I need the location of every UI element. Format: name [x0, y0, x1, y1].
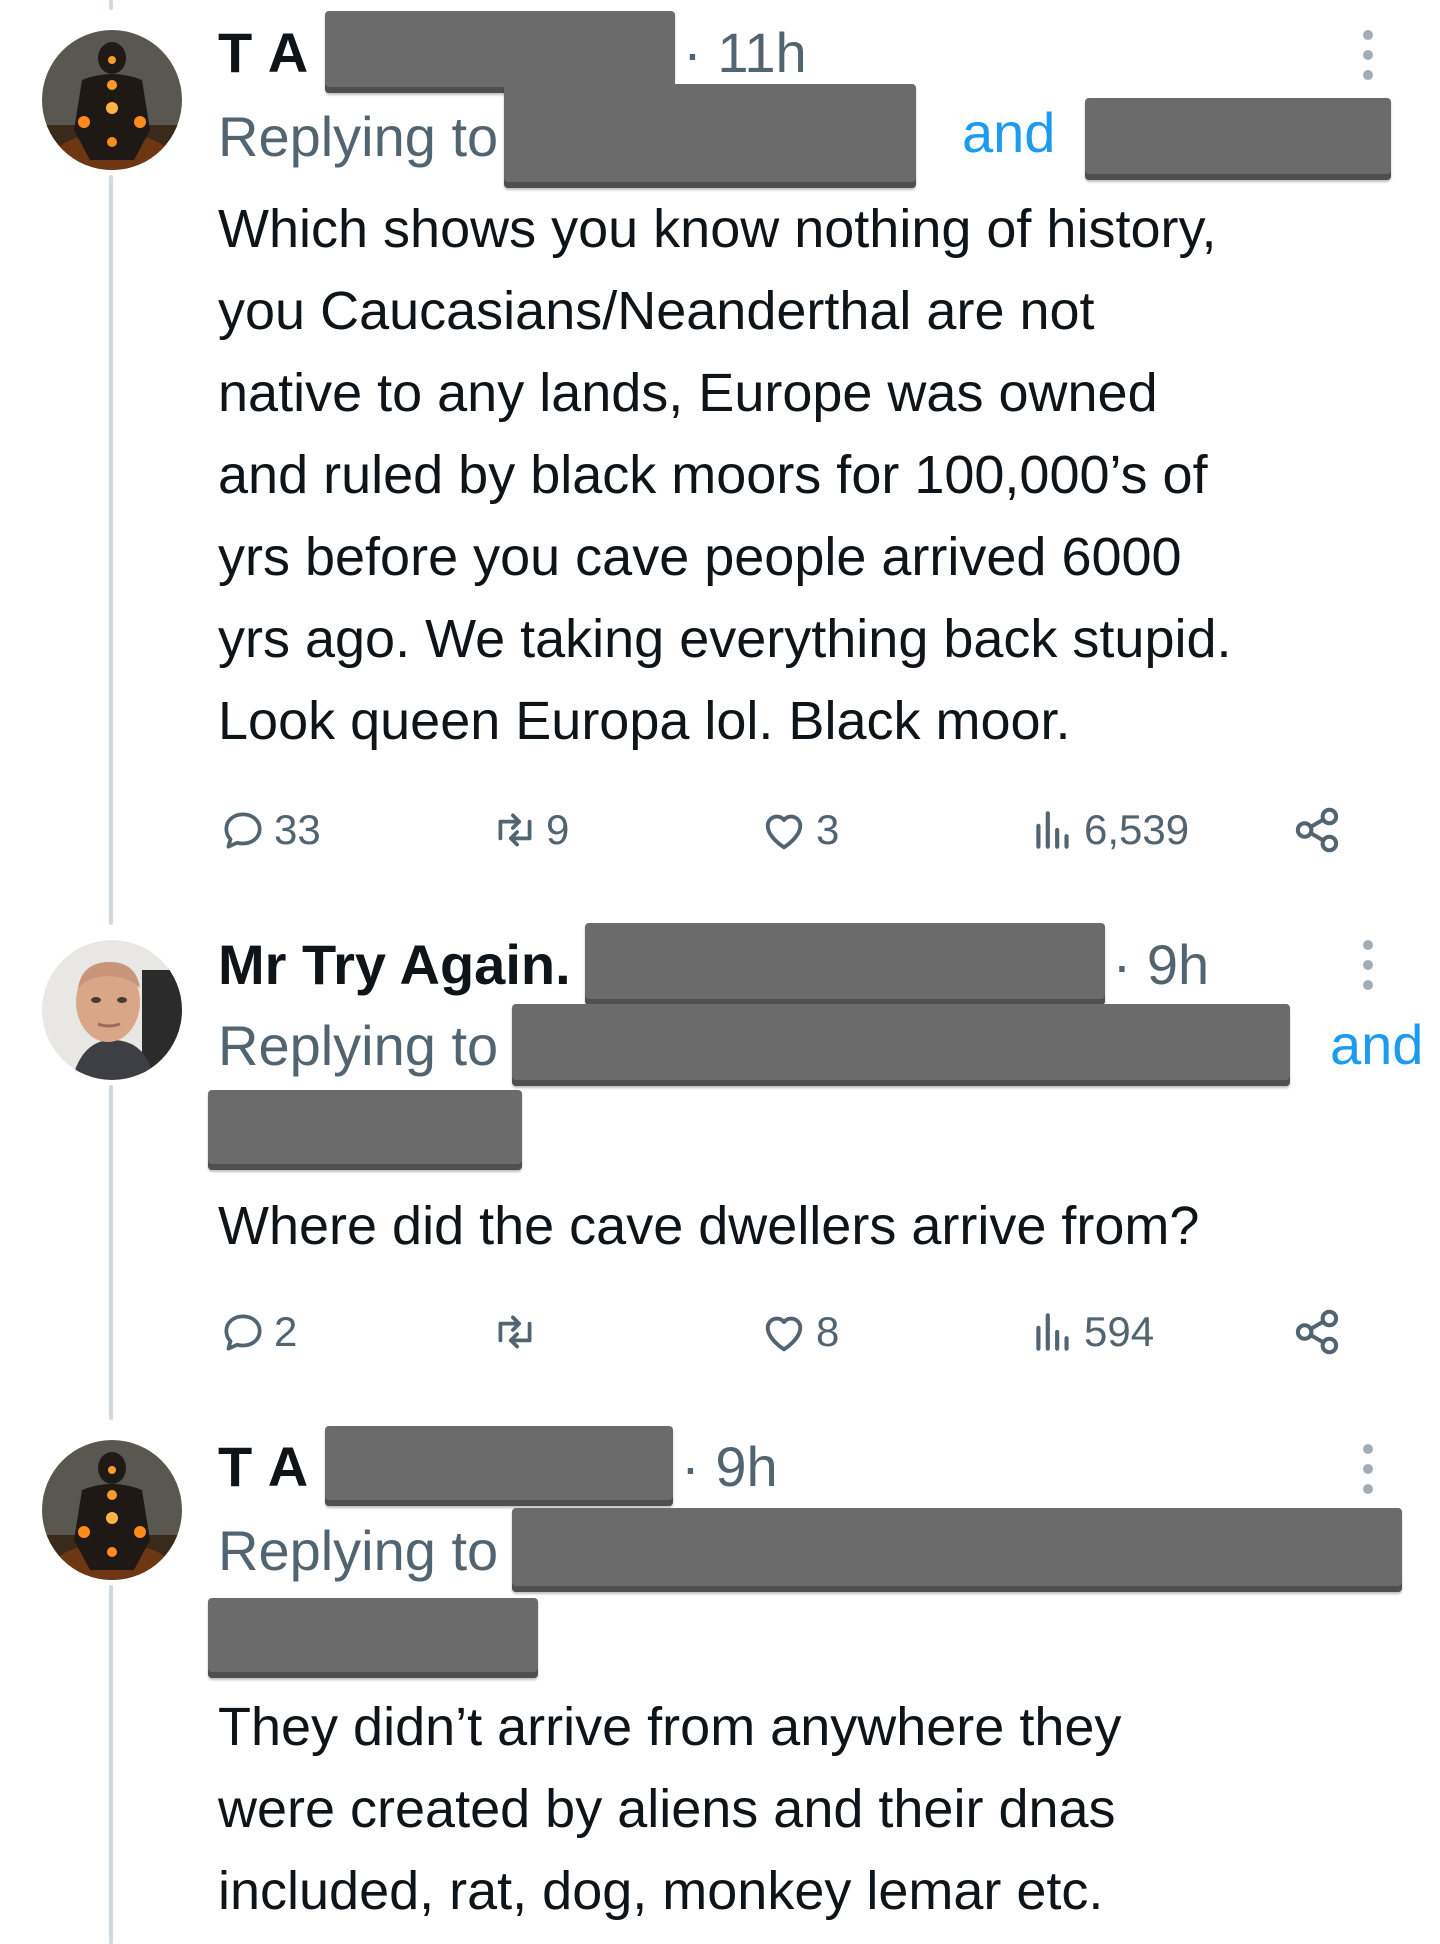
redacted-handle: [325, 1426, 674, 1506]
avatar[interactable]: [42, 30, 182, 170]
like-button[interactable]: 3: [758, 795, 839, 865]
avatar[interactable]: [42, 940, 182, 1080]
tweet-header: T A · 11h: [218, 11, 807, 93]
replying-to-row: Replying to: [218, 84, 917, 188]
tweet-text: Which shows you know nothing of history,…: [218, 199, 1232, 751]
retweet-count: 9: [546, 806, 570, 853]
like-count: 8: [816, 1308, 840, 1355]
heart-icon: [765, 814, 803, 850]
tweet-text: They didn’t arrive from anywhere they we…: [218, 1697, 1122, 1921]
and-link[interactable]: and: [1330, 1012, 1423, 1077]
heart-icon: [765, 1316, 803, 1352]
timestamp[interactable]: · 9h: [1113, 932, 1210, 997]
action-bar: 2 8 594: [218, 1297, 1348, 1367]
retweet-button[interactable]: 9: [490, 795, 569, 865]
redacted-handle: [584, 923, 1105, 1005]
redacted-mention[interactable]: [512, 1508, 1403, 1592]
reply-button[interactable]: 33: [218, 795, 321, 865]
reply-button[interactable]: 2: [218, 1297, 297, 1367]
redacted-handle: [325, 11, 676, 93]
view-count: 6,539: [1084, 806, 1190, 853]
redacted-mention[interactable]: [512, 1004, 1291, 1086]
tweet-header: T A · 9h: [218, 1426, 778, 1506]
replying-to-label: Replying to: [218, 104, 499, 168]
reply-icon: [224, 1314, 262, 1351]
views-icon: [1036, 1313, 1069, 1351]
views-button[interactable]: 6,539: [1028, 795, 1189, 865]
replying-to-label: Replying to: [218, 1013, 499, 1077]
retweet-icon: [498, 813, 532, 847]
reply-count: 33: [274, 806, 321, 853]
reply-icon: [224, 812, 262, 849]
redacted-mention[interactable]: [1085, 98, 1391, 180]
redacted-mention[interactable]: [208, 1090, 522, 1170]
redacted-mention[interactable]: [208, 1598, 538, 1678]
share-icon: [1295, 807, 1339, 853]
replying-to-label: Replying to: [218, 1518, 499, 1582]
redacted-mention[interactable]: [504, 84, 917, 188]
thread-line: [109, 175, 113, 925]
thread-line: [109, 1585, 113, 1944]
views-button[interactable]: 594: [1028, 1297, 1154, 1367]
replying-to-row: Replying to: [218, 1004, 1291, 1086]
retweet-button[interactable]: [490, 1297, 546, 1367]
display-name[interactable]: T A: [218, 20, 309, 85]
display-name[interactable]: T A: [218, 1434, 309, 1499]
action-bar: 33 9 3 6,539: [218, 795, 1348, 865]
reply-count: 2: [274, 1308, 298, 1355]
more-icon[interactable]: [1358, 30, 1378, 80]
view-count: 594: [1084, 1308, 1155, 1355]
replying-to-row: Replying to: [218, 1508, 1403, 1592]
timestamp[interactable]: · 11h: [683, 20, 806, 85]
tweet-text: Where did the cave dwellers arrive from?: [218, 1196, 1200, 1256]
thread-line: [109, 0, 113, 10]
share-button[interactable]: [1290, 795, 1344, 865]
tweet-header: Mr Try Again. · 9h: [218, 923, 1210, 1005]
thread-line: [109, 1085, 113, 1420]
more-icon[interactable]: [1358, 1444, 1378, 1494]
like-count: 3: [816, 806, 840, 853]
and-link[interactable]: and: [962, 100, 1055, 165]
display-name[interactable]: Mr Try Again.: [218, 932, 571, 997]
like-button[interactable]: 8: [758, 1297, 839, 1367]
avatar[interactable]: [42, 1440, 182, 1580]
views-icon: [1036, 811, 1069, 849]
share-button[interactable]: [1290, 1297, 1344, 1367]
share-icon: [1295, 1309, 1339, 1355]
retweet-icon: [498, 1315, 532, 1349]
timestamp[interactable]: · 9h: [681, 1434, 778, 1499]
more-icon[interactable]: [1358, 940, 1378, 990]
